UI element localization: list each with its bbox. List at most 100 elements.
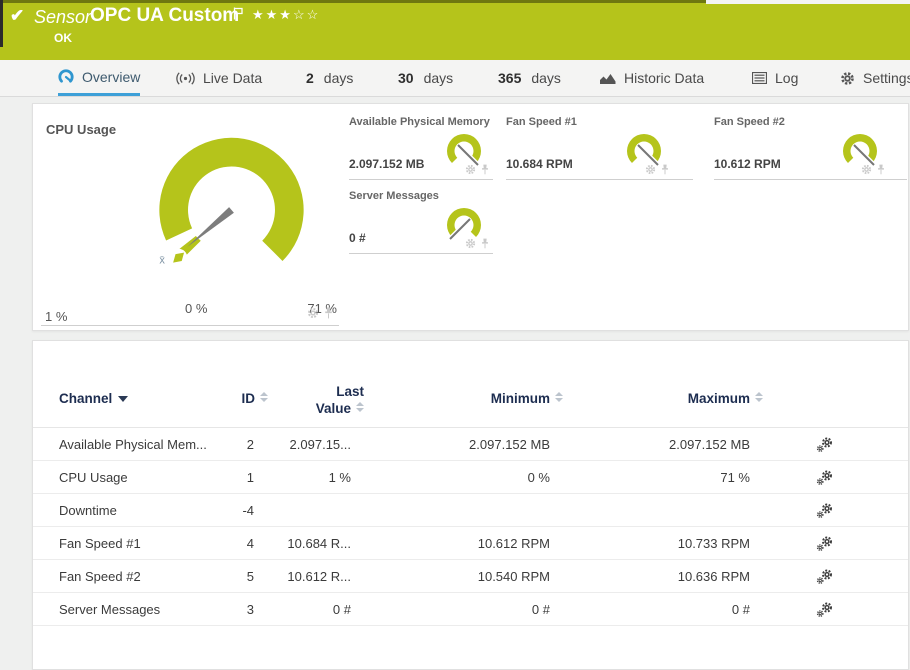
last-value-cell: 2.097.15... [289,437,351,452]
live-data-icon [176,71,195,85]
tab-settings[interactable]: Settings [840,60,910,96]
channel-settings-icon[interactable] [816,502,833,522]
maximum-cell: 10.733 RPM [677,536,750,551]
maximum-cell: 2.097.152 MB [669,437,750,452]
status-ok-check-icon: ✔ [10,6,25,25]
maximum-cell: 71 % [720,470,750,485]
tab-30-days-number: 30 [398,70,414,86]
sort-desc-icon [118,396,129,402]
tab-365-days-number: 365 [498,70,522,86]
table-row: Fan Speed #2 5 10.612 R... 10.540 RPM 10… [33,560,908,593]
gear-icon[interactable] [307,307,319,319]
channel-settings-icon[interactable] [816,535,833,555]
channel-table-panel: Channel ID Last Value Minimum Maximum Av… [32,340,909,670]
cpu-gauge-title: CPU Usage [46,122,117,137]
gauge-label: Fan Speed #2 [714,116,785,128]
channel-name-cell: Server Messages [59,602,161,617]
table-row: Downtime -4 [33,494,908,527]
pin-icon[interactable] [324,307,333,319]
tab-365-days[interactable]: 365 days [498,60,561,96]
tab-365-days-label: days [531,70,561,86]
cpu-gauge: x̄ [159,137,304,267]
tab-bar: Overview Live Data 2 days 30 days 365 da… [0,60,910,97]
channel-name-cell: CPU Usage [59,470,128,485]
last-value-cell: 10.684 R... [287,536,351,551]
gear-icon[interactable] [465,238,476,249]
tab-2-days-label: days [323,70,354,86]
gauge-cell-fan-speed-2: Fan Speed #2 10.612 RPM [714,112,907,180]
top-edge-dark [0,0,706,3]
pin-icon[interactable] [481,238,489,249]
sensor-title: OPC UA Custom [90,5,240,26]
pin-icon[interactable] [481,164,489,175]
cpu-gauge-average-marker: x̄ [159,255,165,267]
channel-settings-icon[interactable] [816,436,833,456]
minimum-cell: 0 % [527,470,550,485]
table-row: Server Messages 3 0 # 0 # 0 # [33,593,908,626]
sort-icon [555,392,563,402]
channel-name-cell: Fan Speed #2 [59,569,141,584]
channel-id-cell: -4 [242,503,254,518]
channel-id-cell: 5 [246,569,254,584]
sort-icon [356,402,364,412]
channel-table-body: Available Physical Mem... 2 2.097.15... … [33,427,908,626]
column-header-last-value[interactable]: Last Value [316,383,364,417]
channel-name-cell: Downtime [59,503,117,518]
cpu-gauge-needle [187,207,234,247]
top-edge-light [706,0,910,4]
cpu-gauge-scale-min: 0 % [185,301,208,316]
cpu-current-value: 1 % [45,309,68,324]
sensor-status-text: OK [54,31,72,45]
gauge-cell-server-messages: Server Messages 0 # [349,186,493,254]
column-header-maximum[interactable]: Maximum [688,391,763,406]
gauges-panel: CPU Usage x̄ 0 % 71 % 1 % Available Phys… [32,103,909,331]
channel-settings-icon[interactable] [816,568,833,588]
table-row: CPU Usage 1 1 % 0 % 71 % [33,461,908,494]
last-value-cell: 1 % [328,470,351,485]
cpu-usage-gauge-cell: CPU Usage x̄ 0 % 71 % 1 % [41,110,339,326]
gauge-value: 2.097.152 MB [349,157,425,171]
priority-stars[interactable]: ★★★☆☆ [252,7,320,23]
maximum-cell: 0 # [731,602,750,617]
channel-settings-icon[interactable] [816,601,833,621]
channel-settings-icon[interactable] [816,469,833,489]
tab-historic-data-label: Historic Data [624,70,705,86]
minimum-cell: 10.612 RPM [477,536,550,551]
historic-data-icon [600,73,616,84]
pin-icon[interactable] [877,164,885,175]
sort-icon [260,392,268,402]
tab-30-days-label: days [423,70,454,86]
gear-icon[interactable] [645,164,656,175]
gear-icon[interactable] [465,164,476,175]
table-row: Fan Speed #1 4 10.684 R... 10.612 RPM 10… [33,527,908,560]
last-value-cell: 10.612 R... [287,569,351,584]
tab-log[interactable]: Log [752,60,798,96]
tab-live-data-label: Live Data [203,70,263,86]
tab-30-days[interactable]: 30 days [398,60,453,96]
channel-id-cell: 4 [246,536,254,551]
sensor-type-label: Sensor [34,7,92,27]
column-header-minimum[interactable]: Minimum [491,391,563,406]
column-header-id[interactable]: ID [242,391,268,406]
channel-name-cell: Fan Speed #1 [59,536,141,551]
tab-overview[interactable]: Overview [58,60,141,96]
maximum-cell: 10.636 RPM [677,569,750,584]
tab-live-data[interactable]: Live Data [176,60,262,96]
gauge-value: 0 # [349,231,366,245]
tab-2-days[interactable]: 2 days [306,60,353,96]
settings-gear-icon [841,71,854,85]
column-header-channel[interactable]: Channel [59,391,129,406]
tab-settings-label: Settings [863,70,910,86]
channel-id-cell: 3 [246,602,254,617]
log-icon [752,72,767,84]
gauge-cell-fan-speed-1: Fan Speed #1 10.684 RPM [506,112,693,180]
left-edge-dark [0,0,3,47]
gauge-icon [58,69,74,83]
tab-2-days-number: 2 [306,70,314,86]
flag-icon[interactable] [233,7,244,25]
pin-icon[interactable] [661,164,669,175]
last-value-cell: 0 # [332,602,351,617]
gear-icon[interactable] [861,164,872,175]
tab-historic-data[interactable]: Historic Data [600,60,704,96]
gauge-label: Fan Speed #1 [506,116,577,128]
